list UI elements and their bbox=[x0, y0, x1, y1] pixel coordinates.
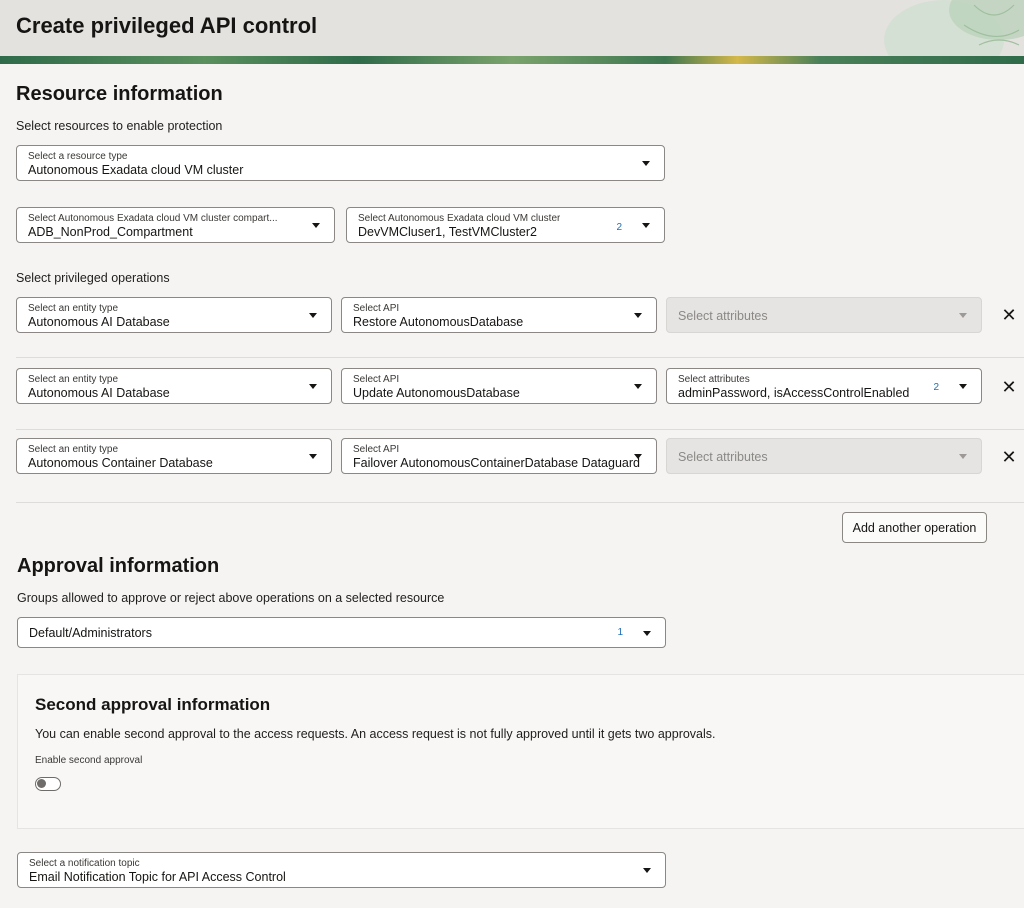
close-icon[interactable]: ✕ bbox=[1001, 306, 1017, 324]
toggle-knob bbox=[37, 779, 46, 788]
second-approval-toggle-label: Enable second approval bbox=[35, 755, 143, 766]
chevron-down-icon bbox=[959, 454, 967, 459]
resource-section-title: Resource information bbox=[16, 83, 223, 105]
chevron-down-icon[interactable] bbox=[634, 384, 642, 389]
entity-type-label: Select an entity type bbox=[28, 303, 119, 314]
chevron-down-icon[interactable] bbox=[643, 631, 651, 636]
entity-type-select[interactable]: Select an entity type Autonomous Contain… bbox=[16, 438, 332, 474]
chevron-down-icon[interactable] bbox=[312, 223, 320, 228]
approver-groups-count-badge: 1 bbox=[613, 626, 627, 639]
approval-section-title: Approval information bbox=[17, 555, 220, 577]
cluster-count-badge: 2 bbox=[612, 221, 626, 234]
attributes-count-badge: 2 bbox=[929, 381, 943, 394]
chevron-down-icon[interactable] bbox=[309, 454, 317, 459]
page-title: Create privileged API control bbox=[16, 13, 318, 38]
chevron-down-icon[interactable] bbox=[642, 223, 650, 228]
row-divider bbox=[16, 357, 1024, 358]
api-select[interactable]: Select API Restore AutonomousDatabase bbox=[341, 297, 657, 333]
add-operation-button[interactable]: Add another operation bbox=[842, 512, 987, 543]
attributes-value: adminPassword, isAccessControlEnabled bbox=[678, 386, 910, 400]
attributes-placeholder: Select attributes bbox=[678, 309, 768, 323]
api-select[interactable]: Select API Failover AutonomousContainerD… bbox=[341, 438, 657, 474]
cluster-value: DevVMCluser1, TestVMCluster2 bbox=[358, 225, 537, 239]
compartment-value: ADB_NonProd_Compartment bbox=[28, 225, 193, 239]
close-icon[interactable]: ✕ bbox=[1001, 378, 1017, 396]
cluster-select[interactable]: Select Autonomous Exadata cloud VM clust… bbox=[346, 207, 665, 243]
entity-type-label: Select an entity type bbox=[28, 374, 119, 385]
notification-topic-select[interactable]: Select a notification topic Email Notifi… bbox=[17, 852, 666, 888]
entity-type-value: Autonomous Container Database bbox=[28, 456, 213, 470]
page-header: Create privileged API control bbox=[0, 0, 1024, 64]
api-select[interactable]: Select API Update AutonomousDatabase bbox=[341, 368, 657, 404]
attributes-select: Select attributes bbox=[666, 438, 982, 474]
entity-type-select[interactable]: Select an entity type Autonomous AI Data… bbox=[16, 368, 332, 404]
header-decoration bbox=[884, 0, 1024, 56]
attributes-placeholder: Select attributes bbox=[678, 450, 768, 464]
entity-type-select[interactable]: Select an entity type Autonomous AI Data… bbox=[16, 297, 332, 333]
row-divider bbox=[16, 502, 1024, 503]
chevron-down-icon[interactable] bbox=[642, 161, 650, 166]
second-approval-title: Second approval information bbox=[35, 695, 271, 714]
second-approval-toggle[interactable] bbox=[35, 777, 61, 791]
resource-type-select[interactable]: Select a resource type Autonomous Exadat… bbox=[16, 145, 665, 181]
second-approval-card: Second approval information You can enab… bbox=[17, 674, 1024, 829]
second-approval-description: You can enable second approval to the ac… bbox=[35, 727, 716, 741]
attributes-select: Select attributes bbox=[666, 297, 982, 333]
api-value: Update AutonomousDatabase bbox=[353, 386, 520, 400]
row-divider bbox=[16, 429, 1024, 430]
entity-type-label: Select an entity type bbox=[28, 444, 119, 455]
entity-type-value: Autonomous AI Database bbox=[28, 315, 170, 329]
chevron-down-icon[interactable] bbox=[643, 868, 651, 873]
close-icon[interactable]: ✕ bbox=[1001, 448, 1017, 466]
resource-type-label: Select a resource type bbox=[28, 151, 128, 162]
chevron-down-icon[interactable] bbox=[959, 384, 967, 389]
attributes-select[interactable]: Select attributes adminPassword, isAcces… bbox=[666, 368, 982, 404]
attributes-label: Select attributes bbox=[678, 374, 750, 385]
notification-topic-value: Email Notification Topic for API Access … bbox=[29, 870, 286, 884]
chevron-down-icon[interactable] bbox=[309, 313, 317, 318]
api-label: Select API bbox=[353, 444, 400, 455]
compartment-label: Select Autonomous Exadata cloud VM clust… bbox=[28, 213, 278, 224]
chevron-down-icon[interactable] bbox=[634, 313, 642, 318]
resource-helper-text: Select resources to enable protection bbox=[16, 119, 223, 133]
entity-type-value: Autonomous AI Database bbox=[28, 386, 170, 400]
approver-groups-value: Default/Administrators bbox=[29, 626, 152, 640]
api-value: Restore AutonomousDatabase bbox=[353, 315, 524, 329]
compartment-select[interactable]: Select Autonomous Exadata cloud VM clust… bbox=[16, 207, 335, 243]
api-value: Failover AutonomousContainerDatabase Dat… bbox=[353, 456, 640, 470]
operations-helper-text: Select privileged operations bbox=[16, 271, 170, 285]
notification-topic-label: Select a notification topic bbox=[29, 858, 140, 869]
api-label: Select API bbox=[353, 303, 400, 314]
chevron-down-icon[interactable] bbox=[309, 384, 317, 389]
api-label: Select API bbox=[353, 374, 400, 385]
approver-groups-select[interactable]: Default/Administrators 1 bbox=[17, 617, 666, 648]
resource-type-value: Autonomous Exadata cloud VM cluster bbox=[28, 163, 244, 177]
chevron-down-icon bbox=[959, 313, 967, 318]
header-banner bbox=[0, 56, 1024, 64]
approval-helper-text: Groups allowed to approve or reject abov… bbox=[17, 591, 445, 605]
cluster-label: Select Autonomous Exadata cloud VM clust… bbox=[358, 213, 561, 224]
chevron-down-icon[interactable] bbox=[634, 454, 642, 459]
